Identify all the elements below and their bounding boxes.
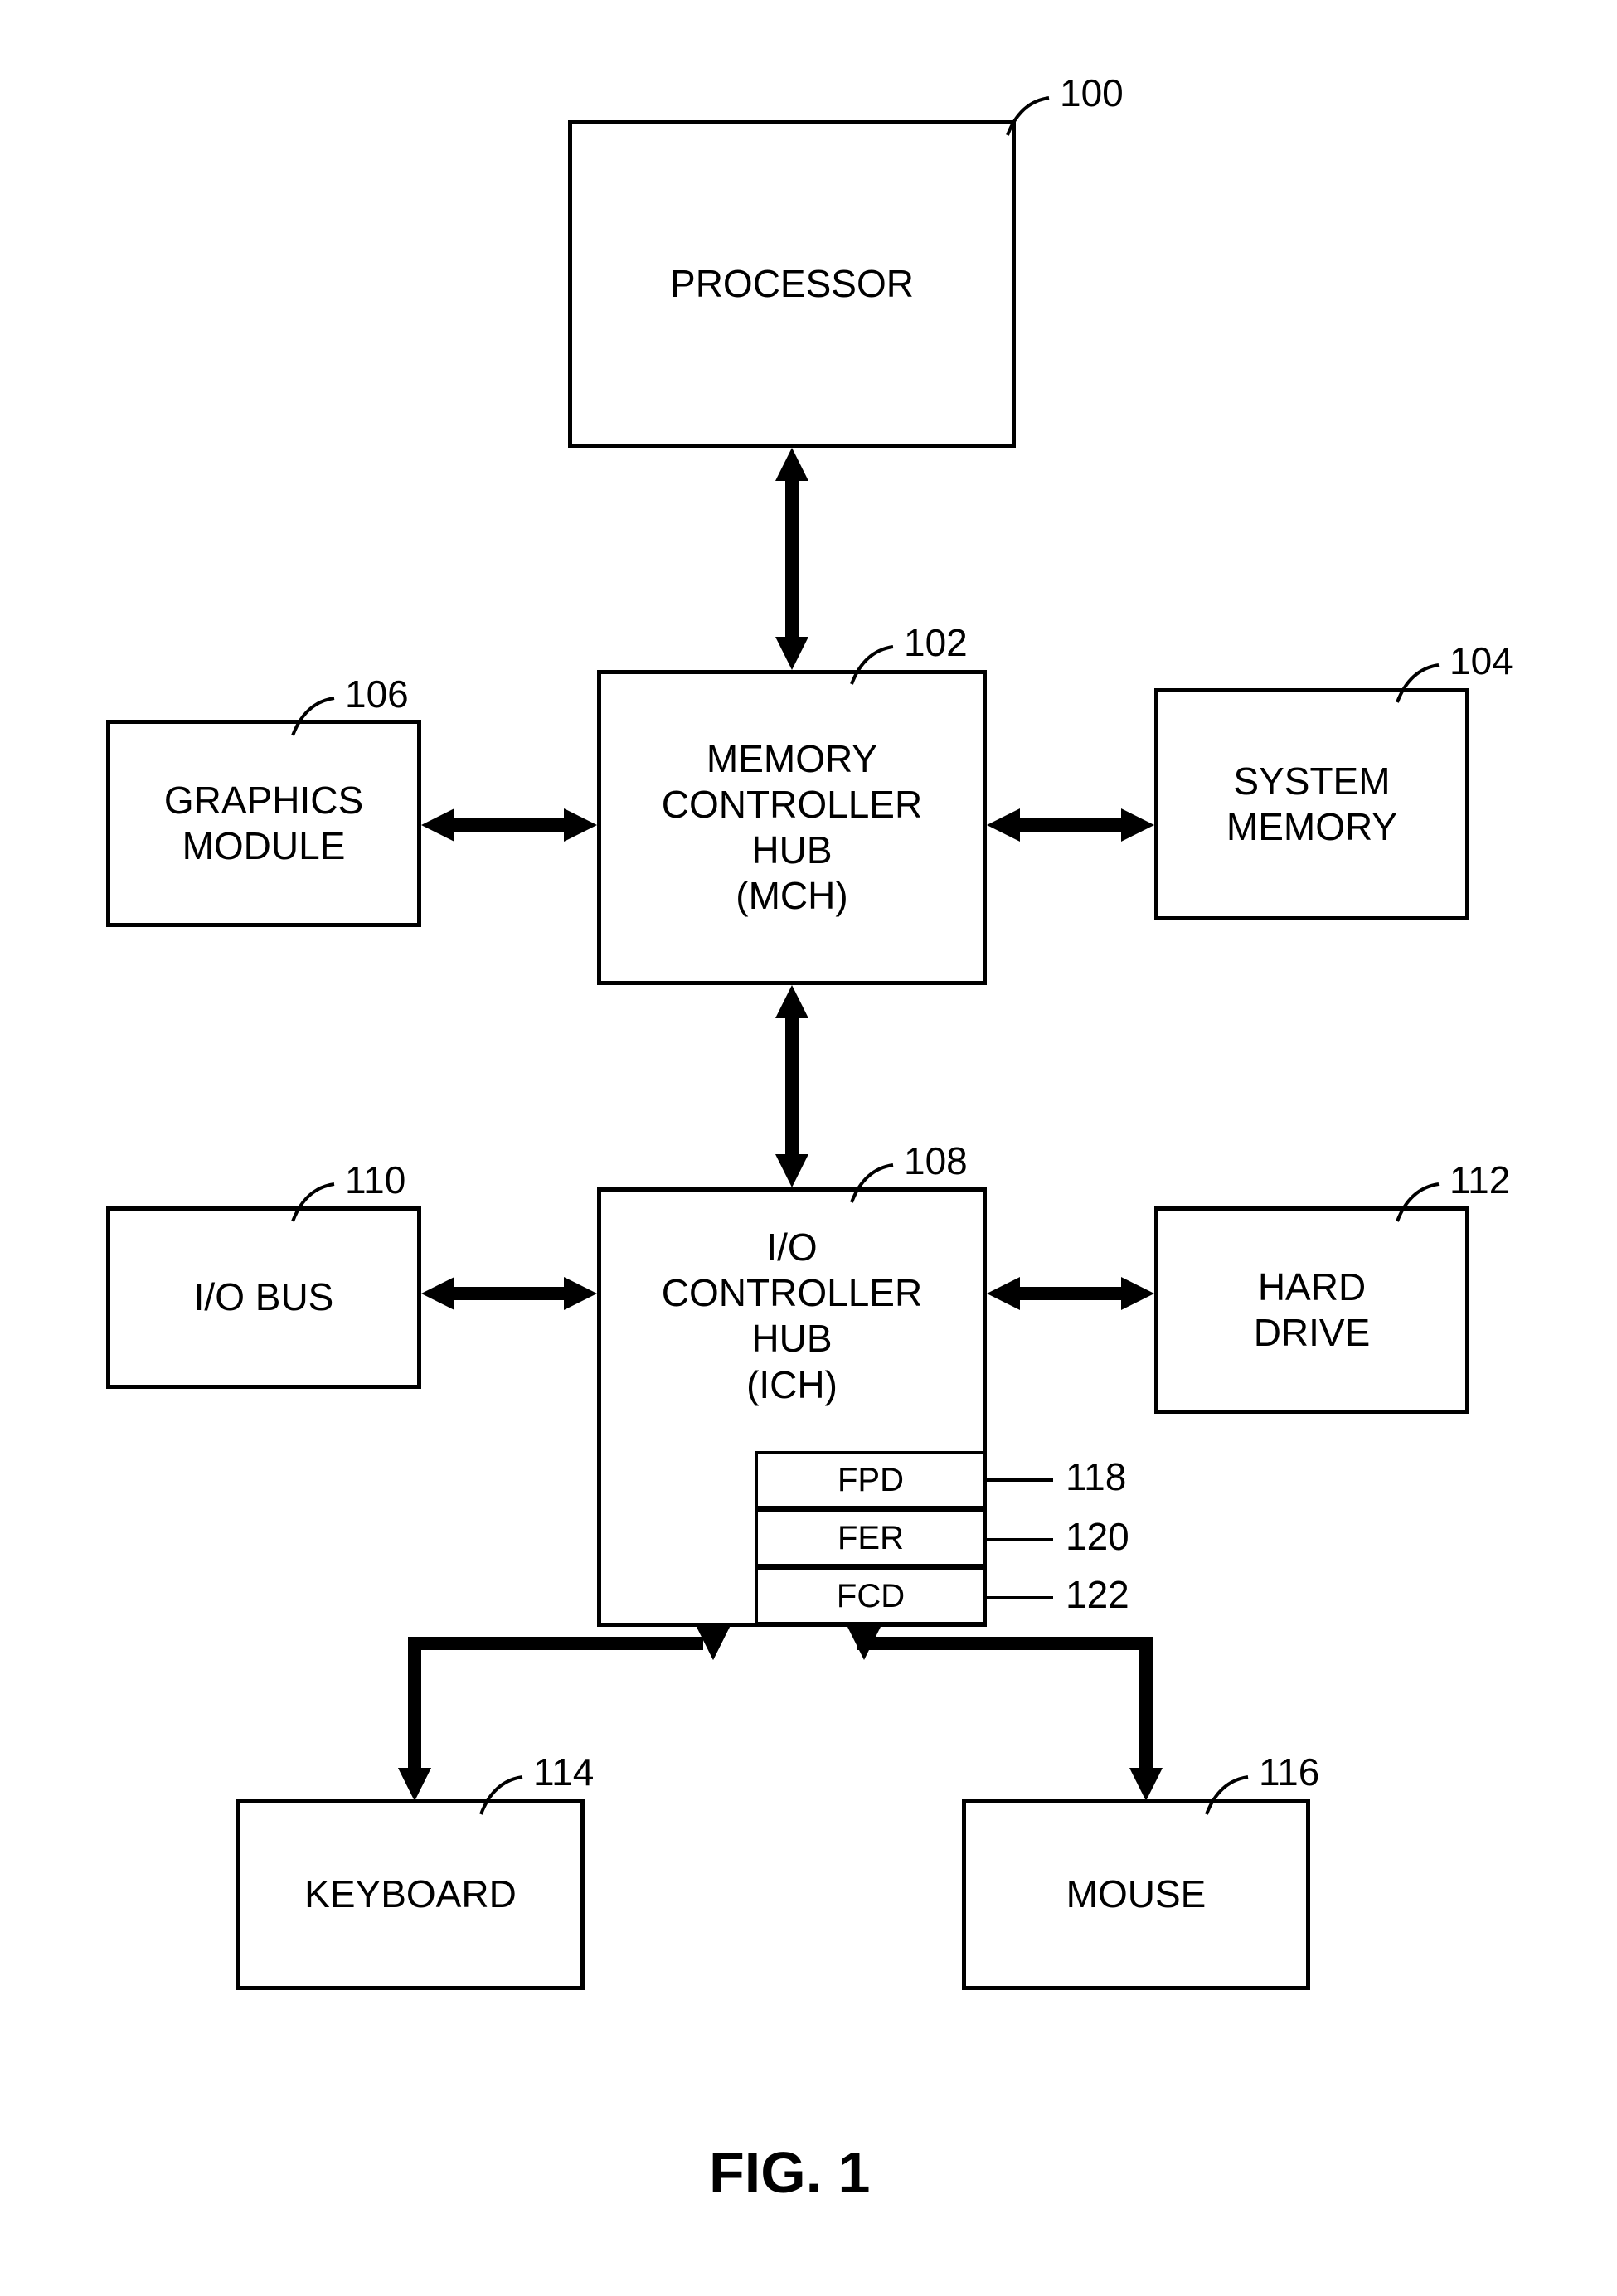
iobus-ref: 110 [345,1158,405,1202]
sysmem-ref: 104 [1449,638,1513,683]
keyboard-label: KEYBOARD [304,1871,517,1917]
arrow-ich-mouse [847,1627,1196,1808]
iobus-label: I/O BUS [194,1274,334,1320]
iobus-ref-tick [289,1176,338,1226]
sysmem-ref-tick [1393,657,1443,706]
mouse-ref: 116 [1259,1750,1319,1794]
mouse-ref-tick [1202,1769,1252,1818]
figure-label: FIG. 1 [709,2139,870,2206]
graphics-ref: 106 [345,672,409,716]
ich-ref: 108 [904,1138,968,1183]
fer-block: FER [755,1509,987,1567]
fpd-ref-line [987,1476,1053,1484]
hdd-ref: 112 [1449,1158,1510,1202]
arrow-iobus-ich [421,1277,597,1310]
ich-label: I/O CONTROLLER HUB (ICH) [662,1225,922,1408]
arrow-ich-hdd [987,1277,1154,1310]
mch-label: MEMORY CONTROLLER HUB (MCH) [662,736,922,920]
diagram-canvas: PROCESSOR 100 MEMORY CONTROLLER HUB (MCH… [0,0,1617,2296]
arrow-processor-mch [775,448,808,670]
processor-block: PROCESSOR [568,120,1016,448]
fcd-block: FCD [755,1567,987,1625]
arrow-mch-sysmem [987,808,1154,842]
fpd-block: FPD [755,1451,987,1509]
sysmem-block: SYSTEM MEMORY [1154,688,1469,920]
mch-ref-tick [847,638,897,688]
hdd-ref-tick [1393,1176,1443,1226]
mouse-block: MOUSE [962,1799,1310,1990]
hdd-label: HARD DRIVE [1254,1264,1371,1356]
hdd-block: HARD DRIVE [1154,1206,1469,1414]
graphics-label: GRAPHICS MODULE [164,778,363,869]
graphics-ref-tick [289,690,338,740]
fer-ref: 120 [1066,1514,1129,1559]
mouse-label: MOUSE [1066,1871,1207,1917]
mch-block: MEMORY CONTROLLER HUB (MCH) [597,670,987,985]
fcd-ref-line [987,1594,1053,1602]
fer-label: FER [838,1520,904,1557]
fcd-label: FCD [837,1578,905,1615]
arrow-graphics-mch [421,808,597,842]
fpd-ref: 118 [1066,1454,1126,1499]
graphics-block: GRAPHICS MODULE [106,720,421,927]
arrow-ich-keyboard [381,1627,730,1808]
processor-ref-tick [1003,90,1053,139]
keyboard-block: KEYBOARD [236,1799,585,1990]
fcd-ref: 122 [1066,1572,1129,1617]
processor-label: PROCESSOR [670,261,914,307]
ich-ref-tick [847,1157,897,1206]
mch-ref: 102 [904,620,968,665]
fpd-label: FPD [838,1462,904,1499]
arrow-mch-ich [775,985,808,1187]
iobus-block: I/O BUS [106,1206,421,1389]
sysmem-label: SYSTEM MEMORY [1226,759,1397,850]
processor-ref: 100 [1060,70,1124,115]
fer-ref-line [987,1536,1053,1544]
